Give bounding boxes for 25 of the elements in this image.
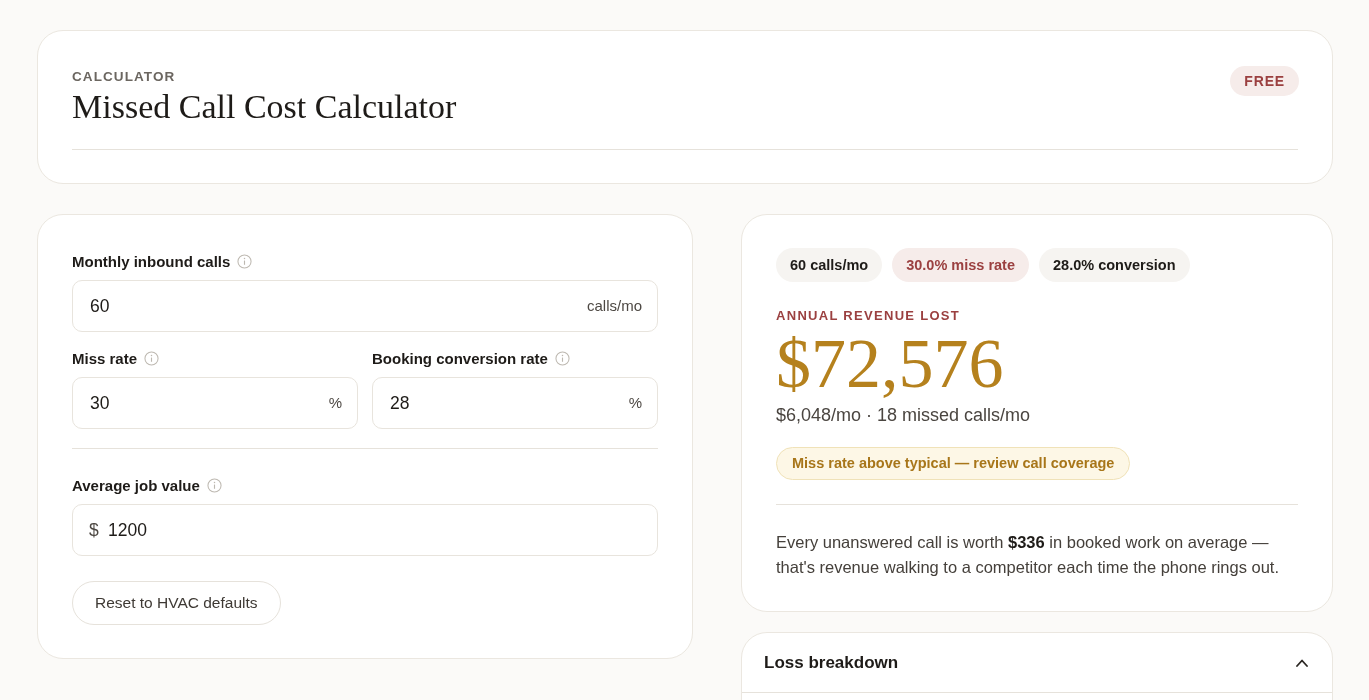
- info-icon[interactable]: [237, 253, 253, 269]
- info-icon[interactable]: [144, 350, 160, 366]
- unit-label: calls/mo: [587, 297, 642, 315]
- summary-chip: 28.0% conversion: [1039, 248, 1190, 282]
- unit-label: %: [328, 394, 342, 412]
- field-label: Monthly inbound calls: [72, 252, 231, 270]
- summary-chip: 30.0% miss rate: [892, 248, 1029, 282]
- page-title: Missed Call Cost Calculator: [72, 87, 457, 127]
- warning-badge: Miss rate above typical — review call coverage: [776, 447, 1131, 480]
- field-label: Booking conversion rate: [372, 349, 548, 367]
- summary-chip: 60 calls/mo: [776, 248, 883, 282]
- annual-loss-amount: $72,576: [776, 326, 1005, 402]
- breakdown-toggle[interactable]: Loss breakdown: [742, 633, 1332, 692]
- field-label: Average job value: [72, 476, 200, 494]
- currency-prefix: $: [89, 520, 99, 540]
- free-badge: FREE: [1230, 66, 1299, 96]
- metric-label: ANNUAL REVENUE LOST: [776, 308, 962, 324]
- field-label: Miss rate: [72, 349, 138, 367]
- eyebrow-label: CALCULATOR: [72, 69, 177, 85]
- explanation-text: Every unanswered call is worth $336 in booked work on average — that's revenue walking to a competitor each time the phone rings out.: [776, 532, 1281, 578]
- info-icon[interactable]: [554, 350, 570, 366]
- reset-button[interactable]: Reset to HVAC defaults: [72, 581, 281, 625]
- monthly-detail: $6,048/mo · 18 missed calls/mo: [776, 404, 1032, 427]
- unit-label: %: [628, 394, 642, 412]
- info-icon[interactable]: [206, 477, 222, 493]
